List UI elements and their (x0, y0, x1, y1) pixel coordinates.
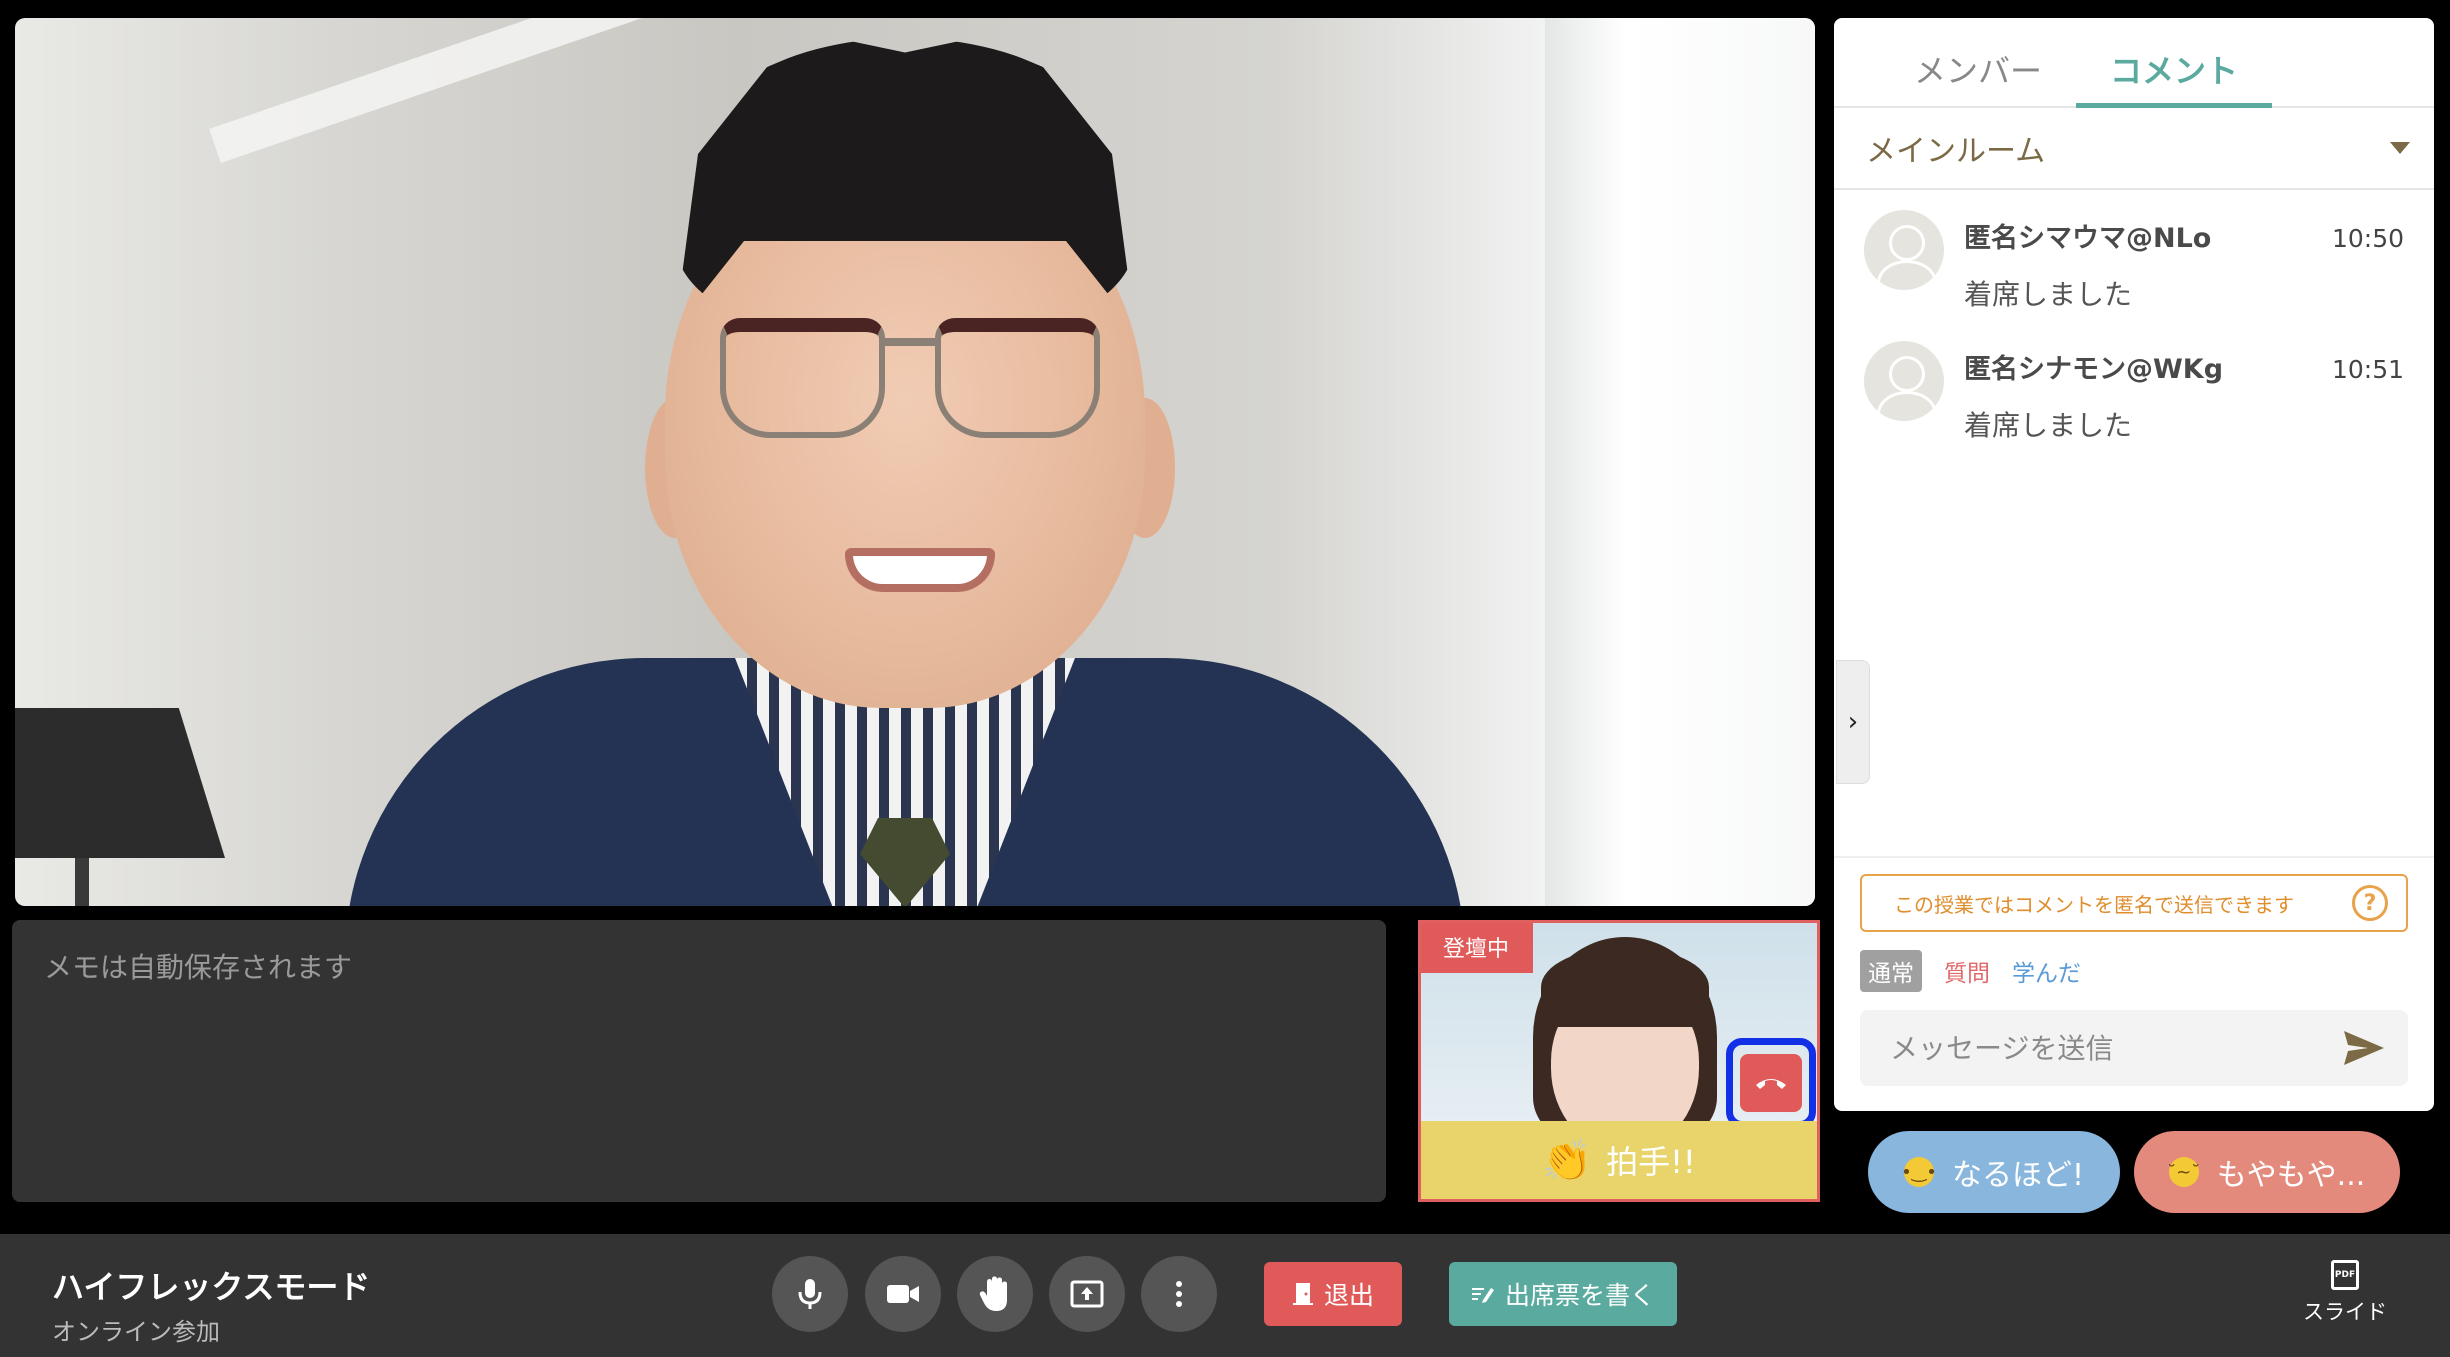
lamp-shade (15, 708, 225, 858)
anonymous-notice: この授業ではコメントを匿名で送信できます ? (1860, 874, 2408, 932)
avatar (1864, 341, 1944, 421)
comment-text: 着席しました (1964, 409, 2133, 442)
self-video: 登壇中 👏 拍手!! (1418, 920, 1820, 1202)
comment-time: 10:50 (2331, 224, 2404, 253)
hangup-button[interactable] (1726, 1038, 1816, 1128)
comment-time: 10:51 (2331, 355, 2404, 384)
caret-down-icon (2390, 142, 2410, 154)
help-icon[interactable]: ? (2352, 885, 2388, 921)
bottom-bar: ハイフレックスモード オンライン参加 退出 出席票を書く PDF スライド (0, 1234, 2450, 1357)
window-light (1545, 18, 1815, 906)
screen-share-button[interactable] (1049, 1256, 1125, 1332)
clap-icon: 👏 (1542, 1137, 1593, 1184)
collapse-panel-button[interactable]: › (1836, 660, 1870, 784)
door-exit-icon (1292, 1283, 1313, 1305)
type-question[interactable]: 質問 (1944, 954, 1990, 988)
write-note-icon (1471, 1288, 1494, 1303)
attendance-button[interactable]: 出席票を書く (1449, 1262, 1677, 1326)
microphone-icon (798, 1279, 822, 1309)
pdf-icon: PDF (2331, 1260, 2359, 1290)
side-panel: メンバー コメント メインルーム 匿名シマウマ@NLo 10:50 着席しました… (1834, 18, 2434, 1111)
comment-item: 匿名シナモン@WKg 10:51 着席しました (1864, 341, 2404, 444)
ceiling-light (209, 18, 751, 164)
room-select[interactable]: メインルーム (1834, 108, 2434, 190)
reaction-moyamoya-label: もやもや... (2216, 1158, 2366, 1193)
notice-text: この授業ではコメントを匿名で送信できます (1894, 892, 2294, 917)
comment-type-selector: 通常 質問 学んだ (1860, 950, 2408, 992)
reaction-naruhodo-label: なるほど! (1951, 1158, 2085, 1193)
comment-composer: この授業ではコメントを匿名で送信できます ? 通常 質問 学んだ (1834, 856, 2434, 1111)
main-video (15, 18, 1815, 906)
camera-button[interactable] (865, 1256, 941, 1332)
tab-members[interactable]: メンバー (1880, 18, 2076, 108)
memo-panel (12, 920, 1386, 1202)
attendance-label: 出席票を書く (1504, 1281, 1655, 1310)
type-normal[interactable]: 通常 (1860, 950, 1922, 992)
type-learned[interactable]: 学んだ (2012, 954, 2081, 988)
mode-subtitle: オンライン参加 (52, 1318, 220, 1346)
speaking-badge: 登壇中 (1421, 923, 1534, 973)
tab-comments[interactable]: コメント (2076, 18, 2273, 108)
slide-label: スライド (2303, 1300, 2387, 1324)
clap-label: 拍手!! (1606, 1143, 1696, 1181)
panel-tabs: メンバー コメント (1834, 18, 2434, 108)
mic-button[interactable] (772, 1256, 848, 1332)
video-camera-icon (887, 1285, 919, 1303)
comment-author: 匿名シナモン@WKg (1964, 354, 2224, 385)
reaction-moyamoya-button[interactable]: ˘~˘ もやもや... (2134, 1131, 2400, 1213)
memo-textarea[interactable] (44, 946, 1354, 1176)
chevron-right-icon: › (1847, 707, 1859, 737)
screen-share-icon (1070, 1280, 1104, 1308)
smile-emoji-icon: •‿• (1901, 1157, 1937, 1187)
clap-button[interactable]: 👏 拍手!! (1421, 1121, 1817, 1199)
leave-button[interactable]: 退出 (1264, 1262, 1402, 1326)
confused-emoji-icon: ˘~˘ (2167, 1157, 2200, 1187)
raise-hand-icon (979, 1276, 1007, 1311)
message-box (1860, 1010, 2408, 1086)
message-input[interactable] (1890, 1031, 2340, 1065)
leave-label: 退出 (1323, 1281, 1374, 1310)
more-options-button[interactable] (1141, 1256, 1217, 1332)
reaction-naruhodo-button[interactable]: •‿• なるほど! (1868, 1131, 2120, 1213)
lamp-stand (75, 858, 89, 906)
speaker-mouth (845, 548, 995, 592)
comment-item: 匿名シマウマ@NLo 10:50 着席しました (1864, 210, 2404, 313)
comment-text: 着席しました (1964, 278, 2133, 311)
raise-hand-button[interactable] (957, 1256, 1033, 1332)
mode-title: ハイフレックスモード (52, 1268, 371, 1306)
speaker-glasses (720, 318, 1100, 443)
send-icon[interactable] (2340, 1028, 2388, 1068)
comment-list: 匿名シマウマ@NLo 10:50 着席しました 匿名シナモン@WKg 10:51… (1834, 190, 2434, 492)
phone-hangup-icon (1740, 1054, 1802, 1112)
room-name: メインルーム (1866, 134, 2046, 169)
slide-button[interactable]: PDF スライド (2290, 1260, 2400, 1340)
participant-bangs (1541, 947, 1709, 1027)
comment-author: 匿名シマウマ@NLo (1964, 223, 2212, 254)
avatar (1864, 210, 1944, 290)
more-vertical-icon (1176, 1281, 1182, 1307)
